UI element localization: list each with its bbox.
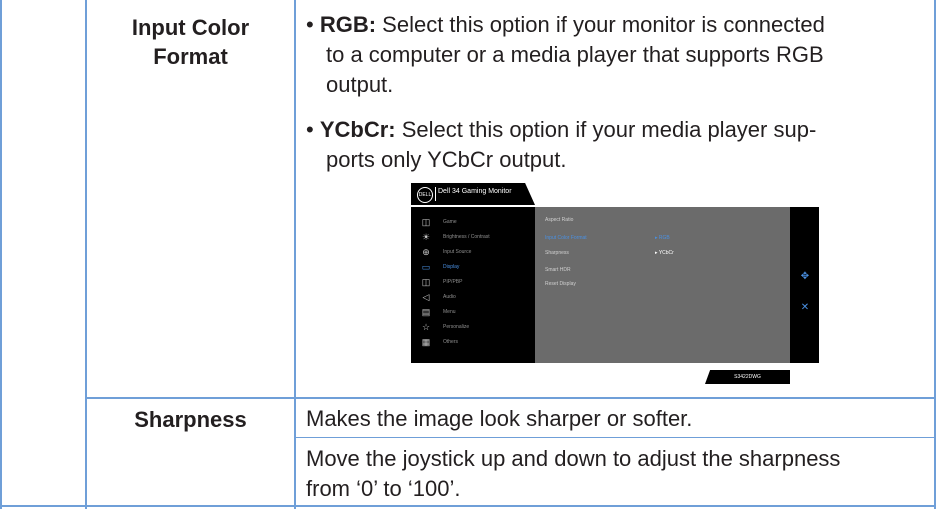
osd-menu-item-game[interactable]: ◫ Game (411, 215, 535, 229)
bullet-ycbcr: • YCbCr: Select this option if your medi… (306, 115, 926, 175)
osd-menu-item-input-source[interactable]: ⊕ Input Source (411, 245, 535, 259)
dell-logo: DELL (417, 187, 433, 203)
row-divider (85, 397, 936, 399)
table-col-divider-2 (294, 0, 296, 509)
table-bottom-border (0, 505, 936, 507)
sharpness-divider (294, 437, 936, 438)
osd-title: Dell 34 Gaming Monitor (438, 188, 512, 195)
brightness-icon: ☀ (421, 232, 431, 242)
osd-menu-item-others[interactable]: ▦ Others (411, 335, 535, 349)
osd-submenu-sharpness[interactable]: Sharpness (545, 250, 569, 256)
osd-joystick-panel: ✥ ✕ (790, 207, 819, 363)
bullet-rgb-line-2: to a computer or a media player that sup… (326, 42, 824, 67)
others-icon: ▦ (421, 337, 431, 347)
personalize-icon: ☆ (421, 322, 431, 332)
display-icon: ▭ (421, 262, 431, 272)
osd-menu-item-pip-pbp[interactable]: ◫ PIP/PBP (411, 275, 535, 289)
osd-option-ycbcr[interactable]: ▸ YCbCr (655, 250, 674, 256)
osd-menu-item-display[interactable]: ▭ Display (411, 260, 535, 274)
osd-submenu-reset-display[interactable]: Reset Display (545, 281, 576, 287)
parameter-input-color-format: Input Color Format (131, 15, 250, 69)
close-icon[interactable]: ✕ (799, 302, 811, 314)
osd-submenu-aspect-ratio[interactable]: Aspect Ratio (545, 217, 573, 223)
input-source-icon: ⊕ (422, 247, 430, 257)
osd-submenu-smart-hdr[interactable]: Smart HDR (545, 267, 571, 273)
osd-model-label: S3422DWG (705, 370, 790, 384)
osd-submenu-input-color-format[interactable]: Input Color Format (545, 235, 587, 241)
game-icon: ◫ (421, 217, 431, 227)
osd-title-separator (435, 187, 436, 201)
sharpness-desc-1: Makes the image look sharper or softer. (306, 406, 693, 431)
bullet-ycbcr-line-2: ports only YCbCr output. (326, 147, 567, 172)
menu-icon: ▤ (421, 307, 431, 317)
osd-main-menu: ◫ Game ☀ Brightness / Contrast ⊕ Input S… (411, 207, 535, 363)
parameter-sharpness: Sharpness (134, 407, 247, 432)
osd-title-bar: DELL Dell 34 Gaming Monitor (411, 183, 535, 205)
osd-menu-item-menu[interactable]: ▤ Menu (411, 305, 535, 319)
osd-menu-item-brightness[interactable]: ☀ Brightness / Contrast (411, 230, 535, 244)
pip-pbp-icon: ◫ (421, 277, 431, 287)
table-right-border (934, 0, 936, 509)
osd-submenu-panel: Aspect Ratio Input Color Format Sharpnes… (535, 207, 790, 363)
osd-menu-item-personalize[interactable]: ☆ Personalize (411, 320, 535, 334)
osd-menu-item-audio[interactable]: ◁ Audio (411, 290, 535, 304)
bullet-ycbcr-line-1: • YCbCr: Select this option if your medi… (306, 117, 817, 142)
joystick-icon[interactable]: ✥ (799, 271, 811, 283)
osd-screenshot: DELL Dell 34 Gaming Monitor ◫ Game ☀ Bri… (411, 183, 819, 384)
table-left-border (0, 0, 2, 509)
audio-icon: ◁ (422, 292, 430, 302)
sharpness-desc-2: Move the joystick up and down to adjust … (306, 446, 841, 501)
bullet-rgb-line-1: • RGB: Select this option if your monito… (306, 12, 825, 37)
bullet-rgb: • RGB: Select this option if your monito… (306, 10, 926, 100)
osd-option-rgb[interactable]: ▸ RGB (655, 235, 670, 241)
bullet-rgb-line-3: output. (326, 72, 394, 97)
